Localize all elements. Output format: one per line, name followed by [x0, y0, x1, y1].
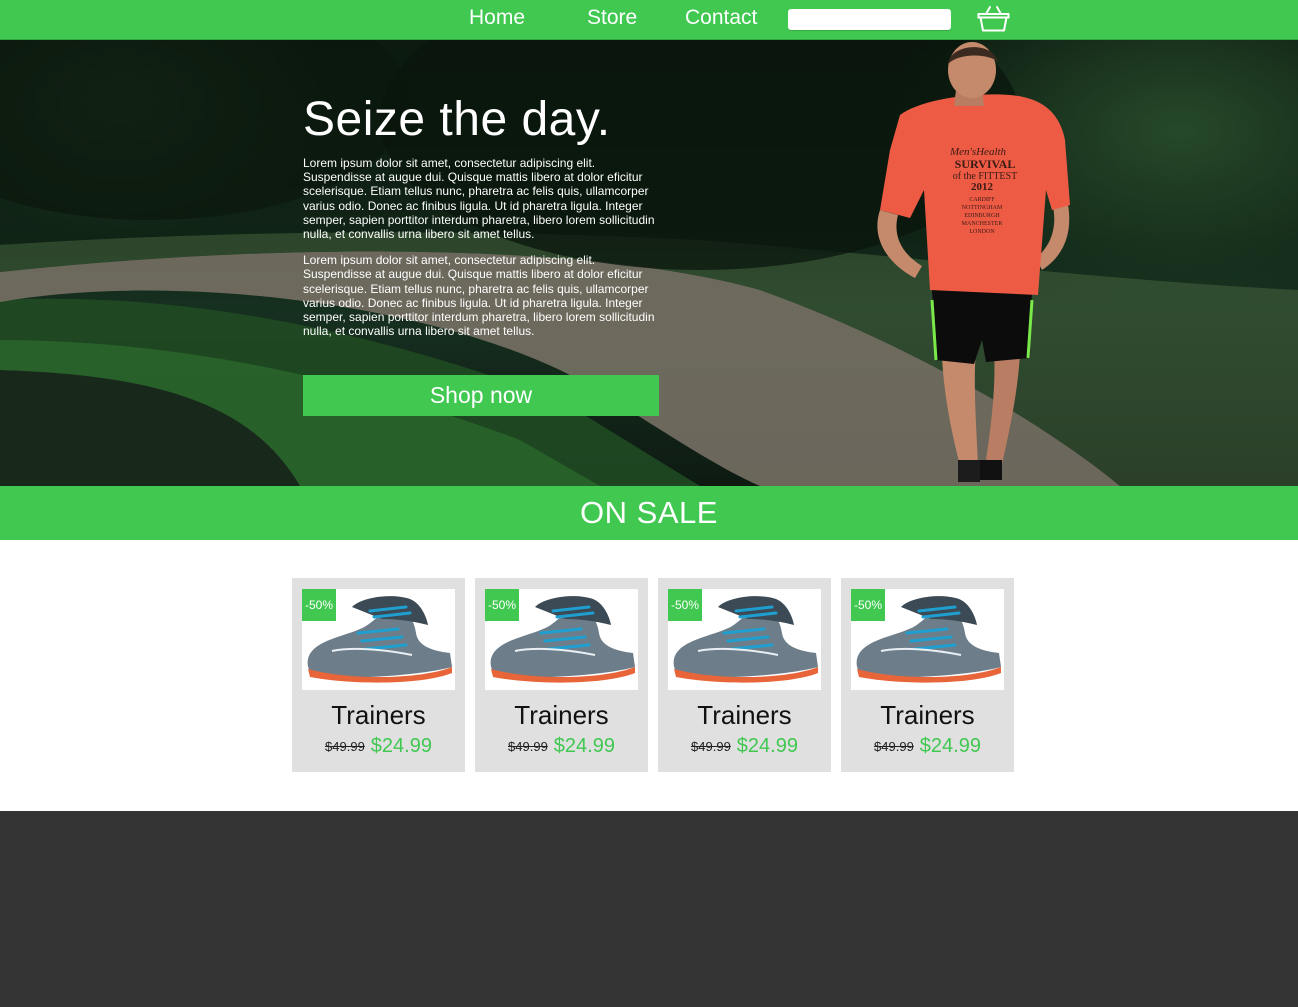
sale-price: $24.99 — [736, 735, 798, 757]
product-prices: $49.99 $24.99 — [658, 735, 831, 758]
svg-text:MANCHESTER: MANCHESTER — [962, 221, 1003, 227]
sale-price: $24.99 — [553, 735, 615, 757]
product-card[interactable]: -50% Trainers $49.99 $24.99 — [292, 578, 465, 772]
runner-image: Men'sHealth SURVIVAL of the FITTEST 2012… — [877, 42, 1070, 482]
shop-now-button[interactable]: Shop now — [303, 375, 659, 416]
product-name: Trainers — [331, 700, 426, 730]
product-prices: $49.99 $24.99 — [475, 735, 648, 758]
nav-contact-link[interactable]: Contact — [685, 6, 757, 30]
original-price: $49.99 — [874, 739, 914, 754]
svg-text:NOTTINGHAM: NOTTINGHAM — [962, 205, 1003, 211]
original-price: $49.99 — [691, 739, 731, 754]
product-card[interactable]: -50% Trainers $49.99 $24.99 — [475, 578, 648, 772]
svg-text:CARDIFF: CARDIFF — [969, 197, 995, 203]
product-image: -50% — [485, 589, 638, 690]
top-nav: Home Store Contact — [0, 0, 1298, 40]
product-prices: $49.99 $24.99 — [292, 735, 465, 758]
product-image: -50% — [851, 589, 1004, 690]
product-prices: $49.99 $24.99 — [841, 735, 1014, 758]
original-price: $49.99 — [325, 739, 365, 754]
discount-badge: -50% — [485, 589, 519, 621]
on-sale-heading: ON SALE — [0, 486, 1298, 540]
product-image: -50% — [302, 589, 455, 690]
discount-badge: -50% — [302, 589, 336, 621]
svg-text:2012: 2012 — [971, 181, 994, 193]
discount-badge: -50% — [851, 589, 885, 621]
search-input[interactable] — [788, 9, 951, 30]
hero-copy: Seize the day. Lorem ipsum dolor sit ame… — [303, 92, 663, 338]
product-card[interactable]: -50% Trainers $49.99 $24.99 — [658, 578, 831, 772]
footer — [0, 811, 1298, 1007]
hero-paragraph: Lorem ipsum dolor sit amet, consectetur … — [303, 253, 655, 339]
discount-badge: -50% — [668, 589, 702, 621]
hero-banner: Seize the day. Lorem ipsum dolor sit ame… — [0, 40, 1298, 486]
product-name: Trainers — [514, 700, 609, 730]
sale-price: $24.99 — [370, 735, 432, 757]
product-name: Trainers — [697, 700, 792, 730]
svg-text:SURVIVAL: SURVIVAL — [955, 157, 1016, 171]
product-card[interactable]: -50% Trainers $49.99 $24.99 — [841, 578, 1014, 772]
nav-store-link[interactable]: Store — [587, 6, 637, 30]
basket-icon[interactable] — [977, 5, 1010, 32]
nav-home-link[interactable]: Home — [469, 6, 525, 30]
original-price: $49.99 — [508, 739, 548, 754]
svg-text:LONDON: LONDON — [969, 229, 995, 235]
product-image: -50% — [668, 589, 821, 690]
product-grid: -50% Trainers $49.99 $24.99 -50% Trainers… — [292, 578, 1014, 772]
sale-price: $24.99 — [919, 735, 981, 757]
product-name: Trainers — [880, 700, 975, 730]
hero-paragraph: Lorem ipsum dolor sit amet, consectetur … — [303, 156, 655, 242]
hero-title: Seize the day. — [303, 93, 611, 146]
svg-text:EDINBURGH: EDINBURGH — [964, 213, 1000, 219]
